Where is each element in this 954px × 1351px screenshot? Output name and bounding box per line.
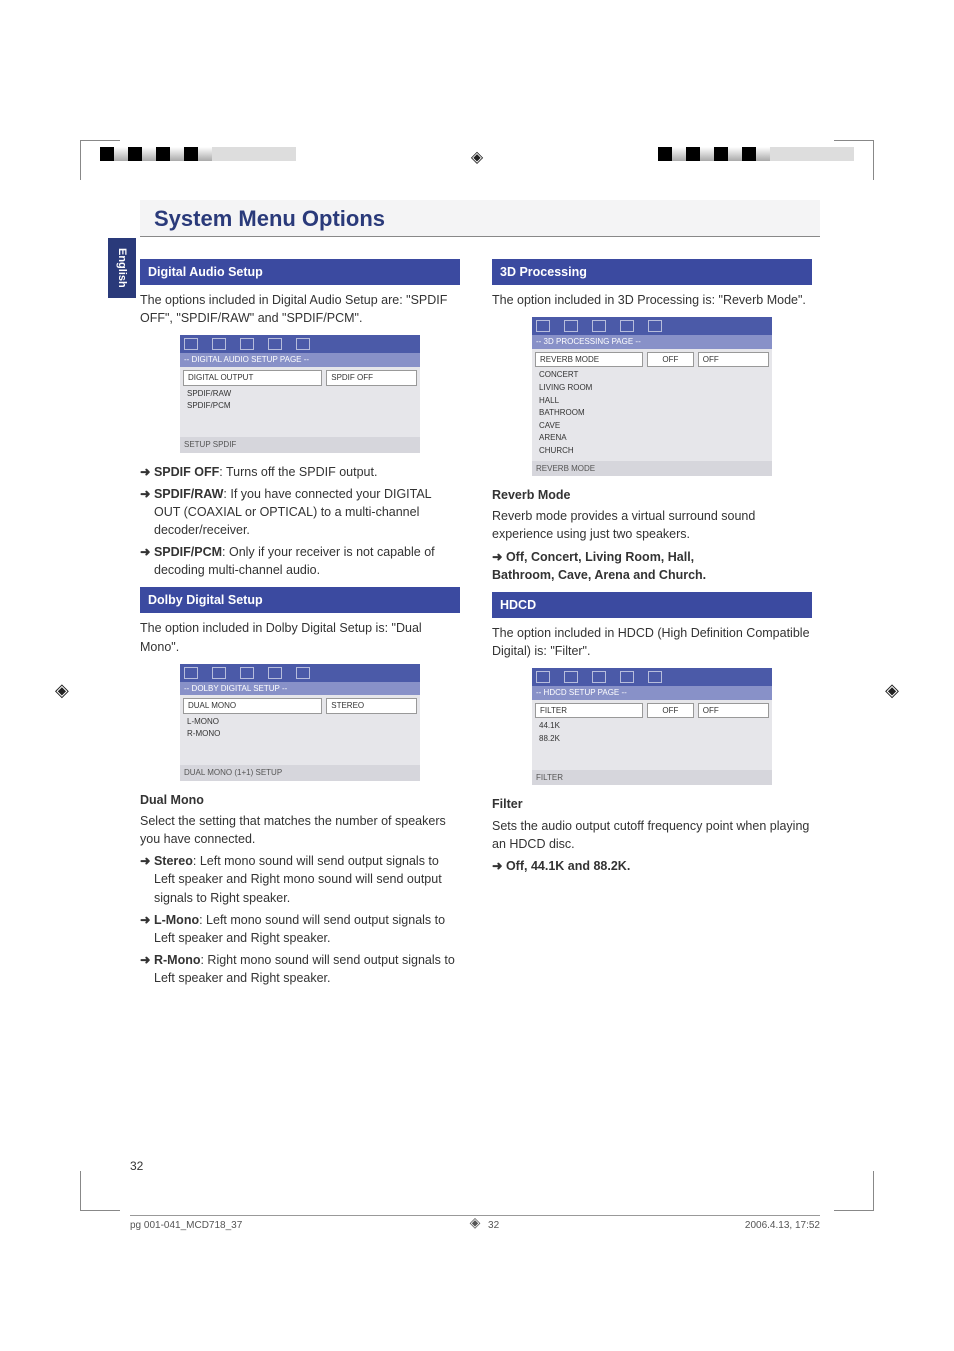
section-head-hdcd: HDCD <box>492 592 812 618</box>
menu-row-label: DIGITAL OUTPUT <box>183 370 322 386</box>
menu-mid: OFF <box>647 352 694 368</box>
menu-option: OFF <box>698 703 769 719</box>
arrow-icon: ➜ <box>140 465 150 479</box>
filter-desc: Sets the audio output cutoff frequency p… <box>492 817 812 853</box>
dolby-intro: The option included in Dolby Digital Set… <box>140 619 460 655</box>
menu-row-label: FILTER <box>535 703 643 719</box>
dual-mono-desc: Select the setting that matches the numb… <box>140 812 460 848</box>
menu-footer: FILTER <box>532 770 772 786</box>
registration-mark-right-icon: ◈ <box>885 680 899 701</box>
page-content: English System Menu Options Digital Audi… <box>140 200 820 987</box>
menu-option: R-MONO <box>183 728 417 741</box>
menu-option: L-MONO <box>183 716 417 729</box>
3d-menu: -- 3D PROCESSING PAGE -- REVERB MODE OFF… <box>532 317 772 476</box>
filter-options: ➜ Off, 44.1K and 88.2K. <box>492 857 812 875</box>
menu-title: -- DIGITAL AUDIO SETUP PAGE -- <box>180 353 420 367</box>
menu-mid: OFF <box>647 703 694 719</box>
arrow-icon: ➜ <box>140 854 150 868</box>
menu-title: -- 3D PROCESSING PAGE -- <box>532 335 772 349</box>
menu-option: SPDIF OFF <box>326 370 417 386</box>
menu-option: SPDIF/RAW <box>183 388 417 401</box>
registration-mark-left-icon: ◈ <box>55 680 69 701</box>
menu-icon <box>184 338 198 350</box>
menu-option: BATHROOM <box>535 407 769 420</box>
arrow-icon: ➜ <box>140 545 150 559</box>
hdcd-menu: -- HDCD SETUP PAGE -- FILTER OFF OFF 44.… <box>532 668 772 785</box>
reverb-desc: Reverb mode provides a virtual surround … <box>492 507 812 543</box>
menu-option: OFF <box>698 352 769 368</box>
menu-footer: SETUP SPDIF <box>180 437 420 453</box>
bullet-l-mono: ➜ L-Mono: Left mono sound will send outp… <box>140 911 460 947</box>
menu-option: CAVE <box>535 420 769 433</box>
language-tab: English <box>108 238 136 298</box>
section-head-3d: 3D Processing <box>492 259 812 285</box>
arrow-icon: ➜ <box>140 913 150 927</box>
crop-mark-bl <box>80 1171 120 1211</box>
menu-option: CONCERT <box>535 369 769 382</box>
menu-option: 88.2K <box>535 733 769 746</box>
menu-option: STEREO <box>326 698 417 714</box>
page-number: 32 <box>130 1159 143 1173</box>
reverb-options-2: Bathroom, Cave, Arena and Church. <box>492 566 812 584</box>
hdcd-intro: The option included in HDCD (High Defini… <box>492 624 812 660</box>
menu-footer: REVERB MODE <box>532 461 772 477</box>
bullet-stereo: ➜ Stereo: Left mono sound will send outp… <box>140 852 460 906</box>
menu-footer: DUAL MONO (1+1) SETUP <box>180 765 420 781</box>
arrow-icon: ➜ <box>140 487 150 501</box>
top-registration-bar: ◈ <box>0 147 954 175</box>
bullet-spdif-pcm: ➜ SPDIF/PCM: Only if your receiver is no… <box>140 543 460 579</box>
menu-option: HALL <box>535 395 769 408</box>
footer: pg 001-041_MCD718_37 32 ◈ 2006.4.13, 17:… <box>130 1215 820 1231</box>
menu-option: LIVING ROOM <box>535 382 769 395</box>
footer-right: 2006.4.13, 17:52 <box>745 1220 820 1231</box>
digital-audio-menu: -- DIGITAL AUDIO SETUP PAGE -- DIGITAL O… <box>180 335 420 452</box>
menu-option: CHURCH <box>535 445 769 458</box>
sub-head-reverb: Reverb Mode <box>492 486 812 504</box>
menu-option: SPDIF/PCM <box>183 400 417 413</box>
menu-row-label: DUAL MONO <box>183 698 322 714</box>
dolby-menu: -- DOLBY DIGITAL SETUP -- DUAL MONO STER… <box>180 664 420 781</box>
section-head-dolby: Dolby Digital Setup <box>140 587 460 613</box>
footer-center: 32 <box>488 1220 499 1231</box>
sub-head-filter: Filter <box>492 795 812 813</box>
right-column: 3D Processing The option included in 3D … <box>492 251 812 987</box>
reverb-options-1: ➜ Off, Concert, Living Room, Hall, <box>492 548 812 566</box>
section-head-digital-audio: Digital Audio Setup <box>140 259 460 285</box>
sub-head-dual-mono: Dual Mono <box>140 791 460 809</box>
arrow-icon: ➜ <box>492 859 506 873</box>
arrow-icon: ➜ <box>140 953 150 967</box>
menu-title: -- DOLBY DIGITAL SETUP -- <box>180 682 420 696</box>
registration-mark-bottom-icon: ◈ <box>470 1214 481 1231</box>
bullet-r-mono: ➜ R-Mono: Right mono sound will send out… <box>140 951 460 987</box>
arrow-icon: ➜ <box>492 550 506 564</box>
footer-left: pg 001-041_MCD718_37 <box>130 1220 242 1231</box>
3d-intro: The option included in 3D Processing is:… <box>492 291 812 309</box>
left-column: Digital Audio Setup The options included… <box>140 251 460 987</box>
registration-mark-icon: ◈ <box>471 147 483 167</box>
bullet-spdif-off: ➜ SPDIF OFF: Turns off the SPDIF output. <box>140 463 460 481</box>
menu-option: ARENA <box>535 432 769 445</box>
menu-row-label: REVERB MODE <box>535 352 643 368</box>
crop-mark-br <box>834 1171 874 1211</box>
menu-title: -- HDCD SETUP PAGE -- <box>532 686 772 700</box>
page-title: System Menu Options <box>140 200 820 237</box>
menu-option: 44.1K <box>535 720 769 733</box>
digital-audio-intro: The options included in Digital Audio Se… <box>140 291 460 327</box>
bullet-spdif-raw: ➜ SPDIF/RAW: If you have connected your … <box>140 485 460 539</box>
